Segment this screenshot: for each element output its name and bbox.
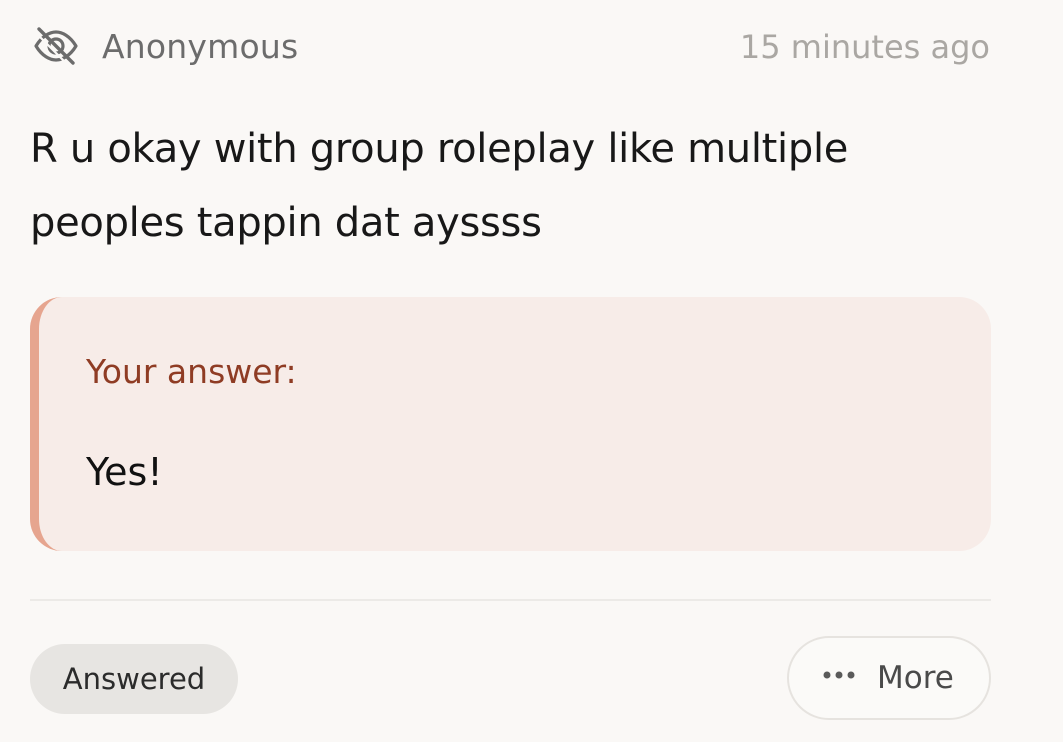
author-name: Anonymous <box>102 27 299 66</box>
timestamp: 15 minutes ago <box>739 28 990 66</box>
question-text: R u okay with group roleplay like multip… <box>30 126 849 246</box>
more-label: More <box>877 660 954 696</box>
answer-label: Your answer: <box>86 352 297 391</box>
status-badge: Answered <box>30 644 238 714</box>
question-card: Anonymous 15 minutes ago R u okay with g… <box>0 0 1063 742</box>
divider <box>30 599 991 601</box>
eye-off-icon <box>34 27 78 66</box>
card-header: Anonymous 15 minutes ago <box>30 22 990 72</box>
answer-text: Yes! <box>86 450 163 494</box>
more-horizontal-icon <box>823 671 855 679</box>
more-button[interactable]: More <box>787 636 991 720</box>
answer-box: Your answer: Yes! <box>30 297 991 551</box>
